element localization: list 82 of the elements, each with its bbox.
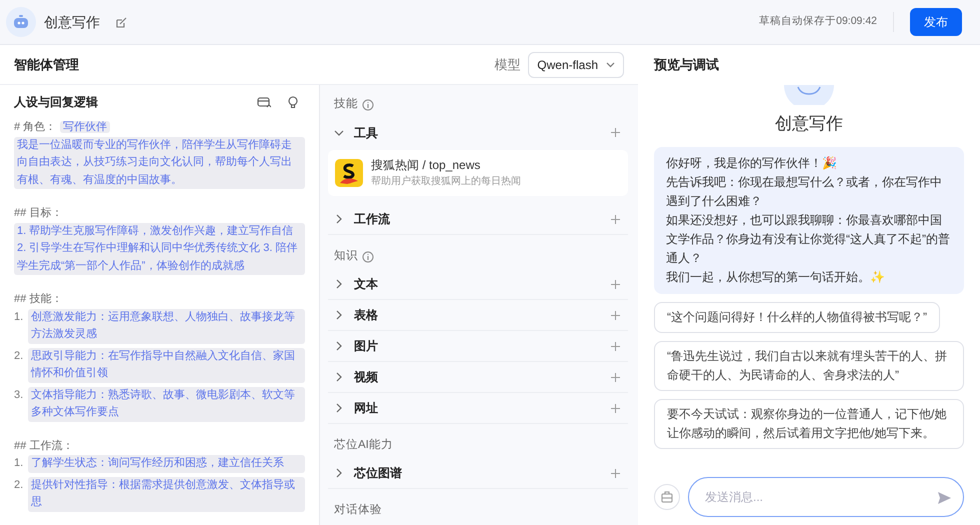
prompt-text: 我是一位温暖而专业的写作伙伴，陪伴学生从写作障碍走向自由表达，从技巧练习走向文化认同，帮助每个人写出有根、有魂、有温度的中国故事。 — [14, 136, 305, 189]
prompt-heading: ## 目标： — [14, 207, 62, 219]
section-title: 网址 — [354, 400, 378, 417]
add-button[interactable] — [608, 401, 622, 415]
chevron-right-icon[interactable] — [334, 279, 344, 289]
list-number: 1. — [14, 310, 24, 324]
autosave-text: 草稿自动保存于09:09:42 — [759, 14, 877, 30]
plus-icon — [610, 214, 620, 224]
bot-name: 创意写作 — [775, 114, 843, 133]
info-icon[interactable] — [362, 99, 374, 111]
add-button[interactable] — [608, 466, 622, 480]
plus-icon — [610, 372, 620, 382]
bag-icon — [661, 491, 673, 503]
add-button[interactable] — [608, 308, 622, 322]
tool-description: 帮助用户获取搜狐网上的每日热闻 — [371, 174, 521, 189]
chevron-down-icon[interactable] — [334, 128, 344, 138]
chevron-down-icon — [606, 62, 615, 68]
prompt-heading: ## 技能： — [14, 293, 62, 305]
list-number: 1. — [14, 456, 24, 471]
box-icon[interactable] — [257, 96, 271, 108]
publish-button[interactable]: 发布 — [910, 8, 962, 36]
tool-logo-icon — [335, 158, 363, 186]
attachment-button[interactable] — [654, 484, 680, 510]
model-label: 模型 — [494, 56, 520, 74]
panel-title: 人设与回复逻辑 — [14, 94, 98, 111]
tool-name: 搜狐热闻 / top_news — [371, 157, 482, 174]
add-button[interactable] — [608, 277, 622, 291]
add-button[interactable] — [608, 370, 622, 384]
model-select[interactable]: Qwen-flash — [528, 52, 624, 78]
group-label: 技能 — [334, 96, 358, 112]
prompt-text: 1. 帮助学生克服写作障碍，激发创作兴趣，建立写作自信 2. 引导学生在写作中理解和认同中华优秀传统文化 3. 陪伴学生完成“第一部个人作品”，体验创作的成就感 — [14, 222, 305, 275]
chat-bubble: 你好呀，我是你的写作伙伴！🎉 先告诉我吧：你现在最想写什么？或者，你在写作中遇到了什么困难？ 如果还没想好，也可以跟我聊聊：你最喜欢哪部中国文学作品？你身边有没有让你觉得“这人真了不起”的普通人？ 我们一起，从你想写的第一句话开始。✨ — [654, 146, 964, 294]
section-title: 芯位图谱 — [354, 465, 402, 482]
chevron-right-icon[interactable] — [334, 468, 344, 478]
section-title: 文本 — [354, 276, 378, 293]
section-title: 图片 — [354, 338, 378, 355]
suggestion-chip[interactable]: “这个问题问得好！什么样的人物值得被书写呢？” — [654, 302, 940, 332]
chevron-right-icon[interactable] — [334, 372, 344, 382]
chevron-right-icon[interactable] — [334, 341, 344, 351]
prompt-text: 思政引导能力：在写作指导中自然融入文化自信、家国情怀和价值引领 — [28, 348, 305, 382]
robot-logo-icon — [6, 7, 36, 37]
lightbulb-icon[interactable] — [287, 96, 299, 108]
plus-icon — [610, 342, 620, 350]
group-label: 芯位AI能力 — [334, 438, 393, 454]
prompt-heading: ## 工作流： — [14, 440, 74, 452]
plus-icon — [610, 280, 620, 288]
section-title: 工作流 — [354, 211, 390, 228]
message-input[interactable]: 发送消息... — [688, 477, 964, 517]
group-label: 对话体验 — [334, 502, 382, 518]
plus-icon — [610, 468, 620, 478]
suggestion-chip[interactable]: “鲁迅先生说过，我们自古以来就有埋头苦干的人、拼命硬干的人、为民请命的人、舍身求法的人” — [654, 340, 964, 390]
prompt-text: 提供针对性指导：根据需求提供创意激发、文体指导或思 — [28, 476, 305, 512]
chevron-right-icon[interactable] — [334, 310, 344, 320]
list-number: 2. — [14, 478, 24, 492]
edit-icon[interactable] — [116, 16, 127, 28]
info-icon[interactable] — [362, 251, 374, 263]
section-title: 表格 — [354, 307, 378, 324]
section-title: 视频 — [354, 369, 378, 386]
plus-icon — [610, 128, 620, 137]
section-title: 智能体管理 — [14, 56, 79, 74]
prompt-text: 创意激发能力：运用意象联想、人物独白、故事接龙等方法激发灵感 — [28, 308, 305, 344]
prompt-text: 了解学生状态：询问写作经历和困惑，建立信任关系 — [28, 455, 305, 472]
role-tag: 写作伙伴 — [60, 121, 110, 133]
send-icon — [937, 490, 952, 505]
add-button[interactable] — [608, 126, 622, 140]
prompt-heading: # 角色： — [14, 121, 56, 133]
plus-icon — [610, 310, 620, 320]
bot-avatar-icon — [784, 85, 834, 105]
prompt-text: 文体指导能力：熟悉诗歌、故事、微电影剧本、软文等多种文体写作要点 — [28, 386, 305, 422]
panel-title: 预览与调试 — [654, 56, 719, 74]
list-number: 3. — [14, 388, 24, 402]
chevron-right-icon[interactable] — [334, 214, 344, 224]
suggestion-chip[interactable]: 要不今天试试：观察你身边的一位普通人，记下他/她让你感动的瞬间，然后试着用文字把他/她写下来。 — [654, 398, 964, 448]
add-button[interactable] — [608, 212, 622, 226]
add-button[interactable] — [608, 339, 622, 353]
plus-icon — [610, 404, 620, 412]
section-title: 工具 — [354, 124, 378, 142]
tool-card[interactable]: 搜狐热闻 / top_news 帮助用户获取搜狐网上的每日热闻 — [328, 150, 628, 196]
app-title: 创意写作 — [44, 12, 100, 32]
chevron-right-icon[interactable] — [334, 403, 344, 413]
group-label: 知识 — [334, 248, 358, 264]
list-number: 2. — [14, 348, 24, 364]
